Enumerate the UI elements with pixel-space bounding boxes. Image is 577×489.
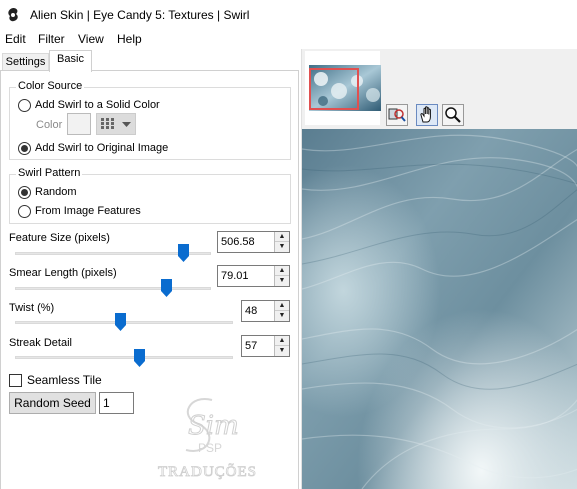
radio-icon[interactable] [18, 98, 31, 112]
zoom-tool[interactable] [442, 104, 464, 126]
hand-icon [420, 106, 431, 123]
radio-icon[interactable] [18, 185, 31, 199]
title-bar: Alien Skin | Eye Candy 5: Textures | Swi… [0, 0, 577, 30]
streak-detail-spinbox[interactable]: 57 ▲ ▼ [241, 335, 290, 357]
window-title: Alien Skin | Eye Candy 5: Textures | Swi… [30, 8, 250, 22]
color-source-group: Color Source Add Swirl to a Solid Color … [9, 80, 291, 160]
menu-filter[interactable]: Filter [38, 32, 65, 46]
original-image-option[interactable]: Add Swirl to Original Image [18, 140, 168, 156]
navigator-viewport-frame[interactable] [309, 68, 359, 110]
twist-spinbox[interactable]: 48 ▲ ▼ [241, 300, 290, 322]
swirl-pattern-title: Swirl Pattern [16, 167, 83, 179]
spin-buttons: ▲ ▼ [274, 232, 289, 252]
image-features-label: From Image Features [35, 205, 141, 217]
compare-tool[interactable] [386, 104, 408, 126]
swirl-app-icon [8, 8, 18, 22]
menu-view[interactable]: View [78, 32, 104, 46]
smear-length-slider[interactable] [15, 287, 211, 290]
slider-thumb-icon[interactable] [178, 244, 189, 262]
seamless-tile-label: Seamless Tile [27, 373, 102, 387]
smear-length-label: Smear Length (pixels) [9, 267, 117, 279]
color-source-title: Color Source [16, 80, 85, 92]
spin-up-icon[interactable]: ▲ [275, 336, 289, 346]
tab-strip: Settings Basic [0, 49, 301, 72]
settings-pane: Settings Basic Color Source Add Swirl to… [0, 49, 301, 489]
basic-panel: Color Source Add Swirl to a Solid Color … [0, 70, 299, 489]
spin-up-icon[interactable]: ▲ [275, 301, 289, 311]
slider-thumb-icon[interactable] [161, 279, 172, 297]
seamless-tile-checkbox[interactable] [9, 373, 22, 387]
twist-label: Twist (%) [9, 302, 55, 314]
swirl-preview-canvas[interactable] [302, 129, 577, 489]
feature-size-spinbox[interactable]: 506.58 ▲ ▼ [217, 231, 290, 253]
feature-size-label: Feature Size (pixels) [9, 232, 110, 244]
magnifier-icon [445, 107, 461, 123]
hand-tool[interactable] [416, 104, 438, 126]
smear-length-value[interactable]: 79.01 [221, 270, 249, 282]
menu-bar: Edit Filter View Help [0, 30, 577, 49]
spin-buttons: ▲ ▼ [274, 266, 289, 286]
spin-up-icon[interactable]: ▲ [275, 266, 289, 276]
original-image-label: Add Swirl to Original Image [35, 142, 169, 154]
radio-icon[interactable] [18, 141, 31, 155]
solid-color-label: Add Swirl to a Solid Color [35, 99, 160, 111]
menu-edit[interactable]: Edit [5, 32, 26, 46]
random-seed-input[interactable]: 1 [99, 392, 134, 414]
streak-detail-value[interactable]: 57 [245, 340, 257, 352]
random-seed-button[interactable]: Random Seed [9, 392, 96, 414]
tab-settings[interactable]: Settings [2, 53, 49, 71]
random-label: Random [35, 186, 77, 198]
spin-buttons: ▲ ▼ [274, 301, 289, 321]
smear-length-spinbox[interactable]: 79.01 ▲ ▼ [217, 265, 290, 287]
seamless-tile-option[interactable]: Seamless Tile [9, 373, 102, 387]
radio-icon[interactable] [18, 204, 31, 218]
solid-color-option[interactable]: Add Swirl to a Solid Color [18, 97, 160, 113]
tab-basic[interactable]: Basic [49, 50, 92, 72]
navigator[interactable] [305, 51, 381, 125]
spin-down-icon[interactable]: ▼ [275, 346, 289, 356]
streak-detail-label: Streak Detail [9, 337, 72, 349]
chevron-down-icon [122, 122, 131, 127]
color-label: Color [36, 119, 63, 131]
random-option[interactable]: Random [18, 184, 77, 200]
spin-down-icon[interactable]: ▼ [275, 242, 289, 252]
color-grid-dropdown[interactable] [96, 113, 136, 135]
slider-thumb-icon[interactable] [115, 313, 126, 331]
preview-pane [301, 49, 577, 489]
zoom-compare-icon [388, 108, 406, 122]
streak-detail-slider[interactable] [15, 356, 233, 359]
spin-buttons: ▲ ▼ [274, 336, 289, 356]
grid-swatch-icon [101, 118, 114, 129]
feature-size-value[interactable]: 506.58 [221, 236, 255, 248]
spin-down-icon[interactable]: ▼ [275, 311, 289, 321]
spin-down-icon[interactable]: ▼ [275, 276, 289, 286]
color-swatch[interactable] [67, 113, 91, 135]
spin-up-icon[interactable]: ▲ [275, 232, 289, 242]
menu-help[interactable]: Help [117, 32, 142, 46]
swirl-pattern-group: Swirl Pattern Random From Image Features [9, 167, 291, 224]
slider-thumb-icon[interactable] [134, 349, 145, 367]
twist-value[interactable]: 48 [245, 305, 257, 317]
image-features-option[interactable]: From Image Features [18, 203, 141, 219]
